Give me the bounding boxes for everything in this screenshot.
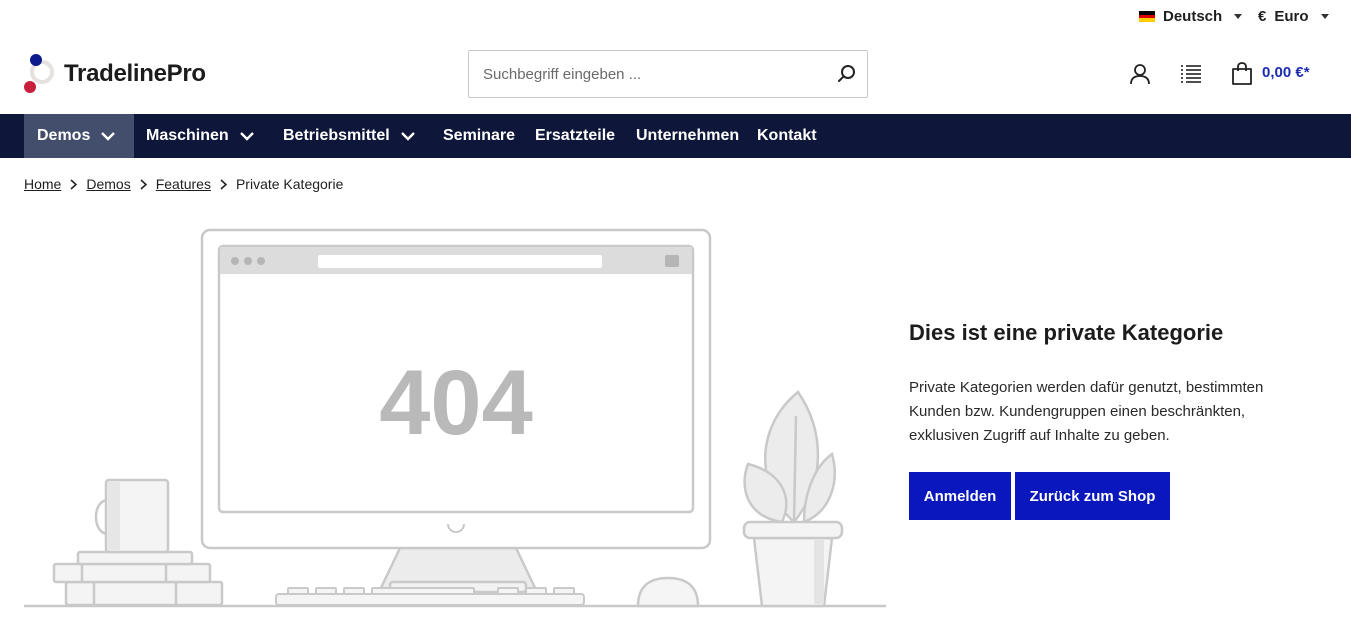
nav-label: Kontakt — [757, 127, 817, 144]
page-title: Dies ist eine private Kategorie — [909, 320, 1224, 345]
currency-symbol: € — [1258, 8, 1267, 25]
breadcrumb-link-features[interactable]: Features — [156, 176, 211, 192]
nav-label: Unternehmen — [636, 127, 740, 144]
main-nav: Demos Maschinen Betriebsmittel Seminare … — [0, 114, 1351, 158]
currency-label: Euro — [1274, 8, 1309, 25]
nav-item-ersatzteile[interactable]: Ersatzteile — [535, 114, 615, 158]
chevron-down-icon — [400, 131, 416, 141]
page-description: Private Kategorien werden dafür genutzt,… — [909, 379, 1264, 444]
nav-item-betriebsmittel[interactable]: Betriebsmittel — [283, 114, 416, 158]
nav-label: Demos — [37, 127, 91, 144]
logo-text: TradelinePro — [64, 60, 206, 87]
breadcrumb: Home Demos Features Private Kategorie — [24, 176, 343, 192]
german-flag-icon — [1139, 11, 1155, 23]
nav-item-seminare[interactable]: Seminare — [443, 114, 515, 158]
search-icon[interactable] — [827, 51, 867, 97]
nav-item-kontakt[interactable]: Kontakt — [757, 114, 817, 158]
cart-total[interactable]: 0,00 €* — [1262, 64, 1310, 81]
chevron-down-icon — [100, 131, 116, 141]
chevron-right-icon — [70, 178, 78, 190]
currency-selector[interactable]: € Euro — [1258, 8, 1329, 25]
nav-label: Ersatzteile — [535, 127, 616, 144]
search-box — [468, 50, 868, 98]
illustration-404: 404 — [24, 228, 886, 608]
list-icon[interactable] — [1179, 62, 1203, 86]
language-label: Deutsch — [1163, 8, 1223, 25]
nav-label: Maschinen — [146, 127, 229, 144]
nav-item-maschinen[interactable]: Maschinen — [146, 114, 255, 158]
nav-item-unternehmen[interactable]: Unternehmen — [636, 114, 739, 158]
logo-mark-icon — [24, 54, 58, 94]
breadcrumb-link-demos[interactable]: Demos — [86, 176, 130, 192]
chevron-right-icon — [220, 178, 227, 190]
chevron-right-icon — [140, 178, 147, 190]
nav-label: Betriebsmittel — [283, 127, 390, 144]
back-to-shop-button[interactable]: Zurück zum Shop — [1015, 472, 1170, 520]
nav-label: Seminare — [443, 127, 516, 144]
logo[interactable]: TradelinePro — [24, 54, 206, 94]
cart-icon[interactable] — [1230, 62, 1254, 86]
language-selector[interactable]: Deutsch — [1139, 8, 1243, 25]
login-button[interactable]: Anmelden — [909, 472, 1011, 520]
user-icon[interactable] — [1128, 62, 1152, 86]
error-code: 404 — [379, 352, 533, 454]
top-bar: Deutsch € Euro — [0, 0, 1351, 36]
breadcrumb-current: Private Kategorie — [235, 176, 344, 192]
search-input[interactable] — [469, 51, 827, 97]
caret-down-icon — [1320, 14, 1329, 19]
nav-item-demos[interactable]: Demos — [24, 114, 134, 158]
breadcrumb-link-home[interactable]: Home — [24, 176, 61, 192]
chevron-down-icon — [239, 131, 255, 141]
caret-down-icon — [1234, 14, 1243, 19]
